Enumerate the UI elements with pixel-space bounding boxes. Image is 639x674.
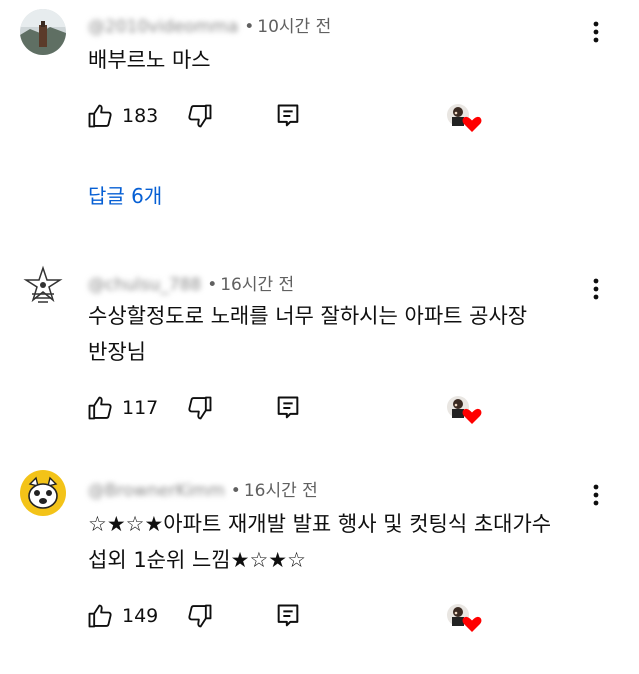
replies-link[interactable]: 답글 6개 [88, 180, 162, 209]
more-vert-icon [593, 484, 599, 506]
creator-heart [442, 102, 484, 134]
comment-header: @chulsu_788 • 16시간 전 [88, 275, 295, 295]
like-count: 117 [122, 397, 159, 419]
comment-text: 수상할정도로 노래를 너무 잘하시는 아파트 공사장 반장님 [88, 298, 527, 370]
creator-heart-icon [447, 604, 482, 632]
author-handle[interactable]: @BrownerKimm [88, 481, 225, 501]
more-options-button[interactable] [584, 480, 608, 510]
comment-text: ☆★☆★아파트 재개발 발표 행사 및 컷팅식 초대가수 섭외 1순위 느낌★☆… [88, 506, 551, 578]
like-count: 183 [122, 105, 159, 127]
more-vert-icon [593, 21, 599, 43]
creator-heart [442, 394, 484, 426]
reply-button[interactable] [274, 102, 302, 130]
thumbs-down-icon [188, 396, 212, 420]
timestamp[interactable]: 16시간 전 [244, 481, 318, 501]
thumbs-up-icon [88, 396, 112, 420]
comment-text-line: 수상할정도로 노래를 너무 잘하시는 아파트 공사장 [88, 304, 528, 328]
comment-header: @2010videomma • 10시간 전 [88, 17, 332, 37]
like-button[interactable]: 149 [86, 602, 158, 630]
thumbs-up-icon [88, 604, 112, 628]
reply-button[interactable] [274, 602, 302, 630]
reply-icon [277, 396, 299, 419]
author-handle[interactable]: @chulsu_788 [88, 275, 201, 295]
dislike-button[interactable] [186, 602, 214, 630]
comment-text-line: 섭외 1순위 느낌★☆★☆ [88, 548, 306, 572]
thumbs-down-icon [188, 104, 212, 128]
thumbs-up-icon [88, 104, 112, 128]
comment-header: @BrownerKimm • 16시간 전 [88, 481, 318, 501]
like-button[interactable]: 183 [86, 102, 158, 130]
action-bar: 149 [86, 602, 482, 634]
like-count: 149 [122, 605, 159, 627]
more-vert-icon [593, 278, 599, 300]
comment-text-line: 반장님 [88, 340, 146, 364]
like-button[interactable]: 117 [86, 394, 158, 422]
creator-heart [442, 602, 484, 634]
more-options-button[interactable] [584, 274, 608, 304]
reply-button[interactable] [274, 394, 302, 422]
more-options-button[interactable] [584, 17, 608, 47]
creator-heart-icon [447, 104, 482, 132]
avatar[interactable] [20, 264, 66, 310]
reply-icon [277, 104, 299, 127]
action-bar: 117 [86, 394, 482, 426]
avatar[interactable] [20, 9, 66, 55]
action-bar: 183 [86, 102, 482, 134]
reply-icon [277, 604, 299, 627]
timestamp[interactable]: 10시간 전 [257, 17, 331, 37]
comment-text-line: ☆★☆★아파트 재개발 발표 행사 및 컷팅식 초대가수 [88, 512, 552, 536]
dislike-button[interactable] [186, 394, 214, 422]
thumbs-down-icon [188, 604, 212, 628]
dislike-button[interactable] [186, 102, 214, 130]
comment-text: 배부르노 마스 [88, 42, 211, 78]
timestamp[interactable]: 16시간 전 [220, 275, 294, 295]
comment-text-line: 배부르노 마스 [88, 48, 211, 72]
creator-heart-icon [447, 396, 482, 424]
avatar[interactable] [20, 470, 66, 516]
author-handle[interactable]: @2010videomma [88, 17, 238, 37]
